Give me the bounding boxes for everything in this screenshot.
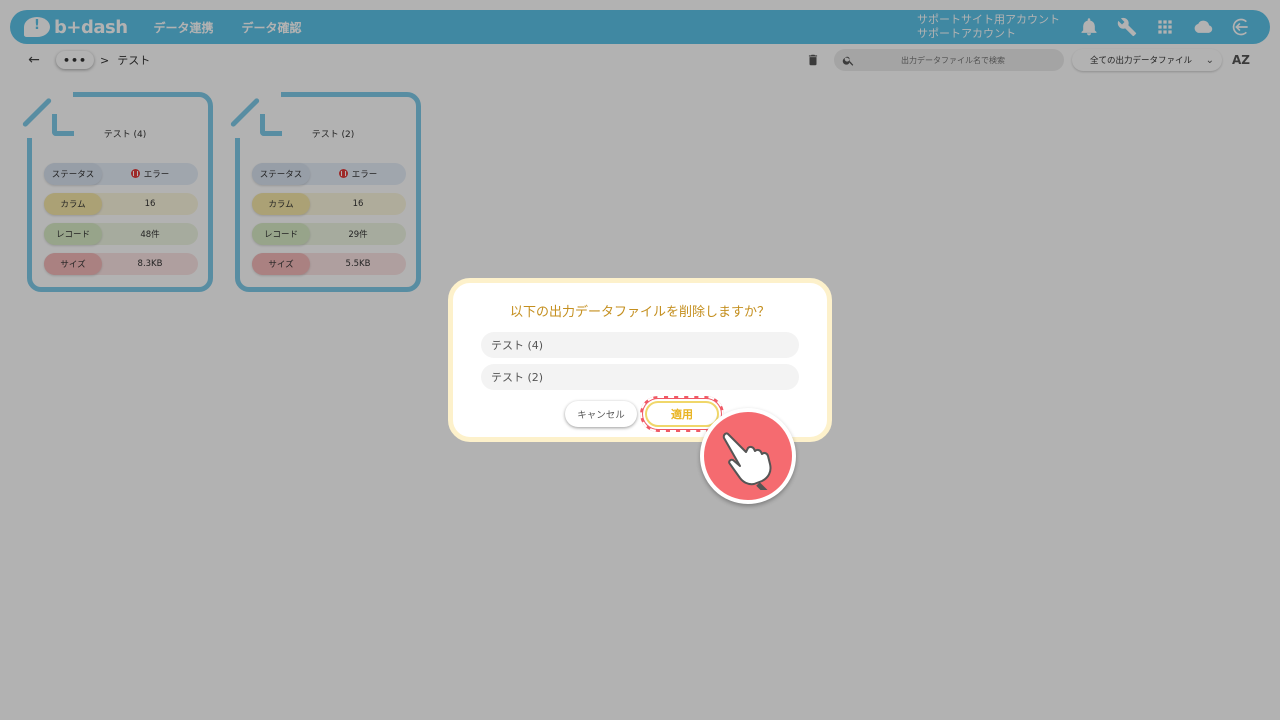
apply-button[interactable]: 適用: [640, 396, 724, 432]
dialog-title: 以下の出力データファイルを削除しますか？: [509, 305, 770, 320]
tap-hand-icon: [700, 408, 796, 504]
cancel-button[interactable]: キャンセル: [565, 401, 637, 427]
dialog-file-item: テスト (4): [481, 332, 799, 358]
dialog-file-item: テスト (2): [481, 364, 799, 390]
